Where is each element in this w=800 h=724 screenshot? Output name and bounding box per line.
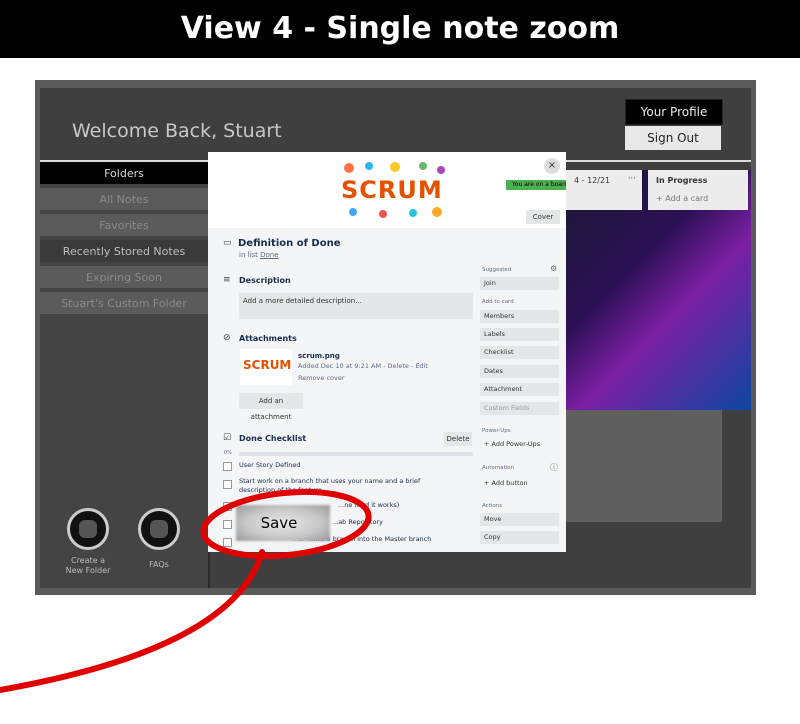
move-button[interactable]: Move [480, 513, 559, 526]
board-list-title: 4 - 12/21 [574, 176, 611, 185]
checklist-checkbox[interactable] [223, 502, 232, 511]
checklist-delete-button[interactable]: Delete [444, 432, 472, 446]
board-toast: You are on a board [506, 180, 566, 190]
actions-label: Actions [482, 503, 503, 509]
remove-cover-link[interactable]: Remove cover [298, 374, 345, 382]
attachment-thumbnail-text: SCRUM [243, 358, 292, 372]
create-folder-caption-1: Create a [70, 556, 106, 565]
sidebar-item-recently-stored[interactable]: Recently Stored Notes [40, 240, 208, 264]
card-detail-modal: SCRUM You are on a board × Cover ▭ Defin… [208, 152, 566, 552]
checklist-icon: ☑ [223, 433, 232, 443]
powerups-label: Power-Ups [482, 428, 511, 434]
board-list-header: 4 - 12/21 ··· [566, 170, 642, 210]
sidebar-item-custom-folder[interactable]: Stuart's Custom Folder [40, 292, 208, 316]
attachment-thumbnail[interactable]: SCRUM [240, 349, 292, 385]
checklist-item[interactable]: Start work on a branch that uses your na… [239, 477, 439, 495]
sign-out-button[interactable]: Sign Out [625, 126, 721, 150]
attachment-name[interactable]: scrum.png [298, 352, 340, 360]
join-button[interactable]: Join [480, 277, 559, 290]
description-icon: ≡ [223, 275, 231, 285]
add-button-button[interactable]: + Add button [480, 477, 559, 490]
cover-button[interactable]: Cover [526, 210, 560, 224]
board-list-in-progress: In Progress + Add a card [648, 170, 748, 210]
description-heading: Description [239, 276, 291, 285]
checklist-checkbox[interactable] [223, 538, 232, 547]
board-lower-area [566, 410, 722, 522]
dates-button[interactable]: Dates [480, 365, 559, 378]
card-title[interactable]: Definition of Done [238, 238, 341, 249]
list-menu-icon[interactable]: ··· [628, 174, 636, 183]
attachment-button[interactable]: Attachment [480, 383, 559, 396]
card-icon: ▭ [223, 238, 232, 248]
create-folder-caption-2: New Folder [65, 566, 111, 575]
create-folder-button[interactable] [67, 508, 109, 550]
custom-fields-button[interactable]: Custom Fields [480, 402, 559, 415]
your-profile-button[interactable]: Your Profile [625, 99, 723, 125]
checklist-heading: Done Checklist [239, 434, 307, 443]
sidebar-item-folders[interactable]: Folders [40, 162, 208, 186]
save-button[interactable]: Save [236, 505, 322, 541]
banner-title: View 4 - Single note zoom [180, 11, 620, 46]
suggested-label: Suggested [482, 267, 512, 273]
welcome-heading: Welcome Back, Stuart [72, 120, 282, 142]
checklist-item[interactable]: User Story Defined [239, 461, 439, 470]
folder-plus-icon [79, 520, 97, 538]
checklist-percent: 0% [224, 450, 232, 456]
gear-icon[interactable]: ⚙ [550, 264, 557, 273]
checklist-button[interactable]: Checklist [480, 346, 559, 359]
add-card-button[interactable]: + Add a card [656, 194, 708, 203]
close-icon[interactable]: × [544, 158, 560, 174]
in-list-prefix: in list [239, 251, 258, 259]
checklist-checkbox[interactable] [223, 480, 232, 489]
sidebar-item-all-notes[interactable]: All Notes [40, 188, 208, 212]
help-icon [150, 520, 168, 538]
list-title-in-progress: In Progress [656, 176, 708, 185]
faq-caption: FAQs [149, 560, 169, 569]
checklist-progress-bar [239, 452, 473, 456]
card-list-info: in list Done [239, 251, 279, 259]
add-powerups-button[interactable]: + Add Power-Ups [480, 438, 559, 451]
info-icon[interactable]: ⓘ [550, 462, 558, 473]
attachments-heading: Attachments [239, 334, 297, 343]
scrum-cover-image: SCRUM [333, 158, 453, 222]
attachment-meta: Added Dec 10 at 9:21 AM - Delete - Edit [298, 362, 428, 370]
paperclip-icon: ⊘ [223, 333, 231, 343]
in-list-link[interactable]: Done [260, 251, 278, 259]
add-to-card-label: Add to card [482, 299, 514, 305]
scrum-cover-text: SCRUM [341, 176, 443, 204]
card-cover: SCRUM You are on a board × Cover [208, 152, 566, 228]
checklist-item[interactable]: ...ne (and it works) [338, 501, 538, 510]
copy-button[interactable]: Copy [480, 531, 559, 544]
add-attachment-button[interactable]: Add an attachment [239, 393, 303, 421]
checklist-checkbox[interactable] [223, 462, 232, 471]
automation-label: Automation [482, 465, 515, 471]
description-input[interactable]: Add a more detailed description... [239, 293, 473, 319]
checklist-checkbox[interactable] [223, 520, 232, 529]
members-button[interactable]: Members [480, 310, 559, 323]
sidebar-item-favorites[interactable]: Favorites [40, 214, 208, 238]
sidebar-item-expiring-soon[interactable]: Expiring Soon [40, 266, 208, 290]
faq-button[interactable] [138, 508, 180, 550]
labels-button[interactable]: Labels [480, 328, 559, 341]
